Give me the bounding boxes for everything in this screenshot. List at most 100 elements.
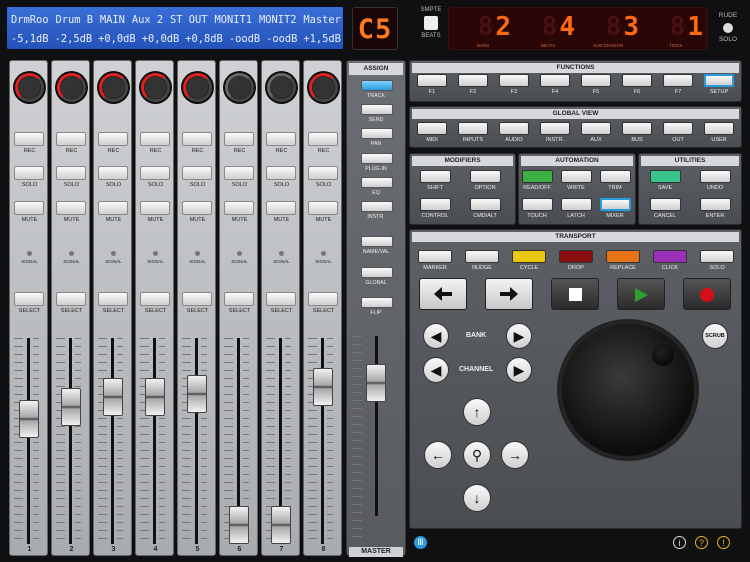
channel-fader[interactable] — [103, 378, 123, 417]
help-icon[interactable]: ? — [695, 536, 708, 549]
solo-button[interactable] — [224, 166, 254, 180]
pan-knob[interactable] — [181, 71, 214, 104]
global_view-button-out[interactable] — [663, 122, 693, 135]
select-button[interactable] — [308, 292, 338, 306]
automation-button-trim[interactable] — [600, 170, 631, 183]
mute-button[interactable] — [308, 201, 338, 215]
solo-button[interactable] — [56, 166, 86, 180]
pan-knob[interactable] — [265, 71, 298, 104]
plugin-button[interactable] — [361, 153, 393, 164]
utilities-button-save[interactable] — [650, 170, 681, 183]
rec-button[interactable] — [182, 132, 212, 146]
select-button[interactable] — [182, 292, 212, 306]
functions-button-f6[interactable] — [622, 74, 652, 87]
smpte-beats-button[interactable] — [424, 16, 438, 30]
automation-button-read-off[interactable] — [522, 170, 553, 183]
rec-button[interactable] — [14, 132, 44, 146]
global_view-button-audio[interactable] — [499, 122, 529, 135]
meter-icon[interactable]: Ⅲ — [414, 536, 427, 549]
flip-button[interactable] — [361, 297, 393, 308]
eq-button[interactable] — [361, 177, 393, 188]
rec-button[interactable] — [140, 132, 170, 146]
nav-down-button[interactable]: ↓ — [463, 484, 491, 512]
info-icon[interactable]: i — [673, 536, 686, 549]
pan-knob[interactable] — [223, 71, 256, 104]
select-button[interactable] — [266, 292, 296, 306]
forward-button[interactable] — [485, 278, 533, 310]
jog-wheel[interactable] — [560, 322, 696, 458]
rec-button[interactable] — [224, 132, 254, 146]
channel-fader[interactable] — [187, 374, 207, 413]
select-button[interactable] — [56, 292, 86, 306]
select-button[interactable] — [224, 292, 254, 306]
channel-fader[interactable] — [313, 368, 333, 407]
play-button[interactable] — [617, 278, 665, 310]
pan-knob[interactable] — [97, 71, 130, 104]
functions-button-f2[interactable] — [458, 74, 488, 87]
mute-button[interactable] — [266, 201, 296, 215]
utilities-button-cancel[interactable] — [650, 198, 681, 211]
bank-right-button[interactable]: ▶ — [506, 323, 532, 349]
nav-left-button[interactable]: ← — [424, 441, 452, 469]
transport-button-nudge[interactable] — [465, 250, 499, 263]
channel-fader[interactable] — [145, 378, 165, 417]
instr-button[interactable] — [361, 201, 393, 212]
transport-button-cycle[interactable] — [512, 250, 546, 263]
mute-button[interactable] — [224, 201, 254, 215]
channel-fader[interactable] — [271, 506, 291, 544]
rewind-button[interactable] — [419, 278, 467, 310]
rec-button[interactable] — [98, 132, 128, 146]
functions-button-f5[interactable] — [581, 74, 611, 87]
smpte-beats-toggle[interactable]: SMPTE BEATS — [418, 7, 444, 39]
global_view-button-inputs[interactable] — [458, 122, 488, 135]
modifiers-button-option[interactable] — [470, 170, 501, 183]
solo-button[interactable] — [14, 166, 44, 180]
channel-fader[interactable] — [229, 506, 249, 544]
functions-button-f1[interactable] — [417, 74, 447, 87]
rec-button[interactable] — [266, 132, 296, 146]
mute-button[interactable] — [140, 201, 170, 215]
solo-button[interactable] — [308, 166, 338, 180]
track-button[interactable] — [361, 80, 393, 91]
global-button[interactable] — [361, 267, 393, 278]
rec-button[interactable] — [56, 132, 86, 146]
scrub-button[interactable]: SCRUB — [702, 323, 728, 349]
functions-button-setup[interactable] — [704, 74, 734, 87]
solo-button[interactable] — [140, 166, 170, 180]
pan-knob[interactable] — [55, 71, 88, 104]
transport-button-drop[interactable] — [559, 250, 593, 263]
global_view-button-aux[interactable] — [581, 122, 611, 135]
transport-button-marker[interactable] — [418, 250, 452, 263]
global_view-button-bus[interactable] — [622, 122, 652, 135]
mute-button[interactable] — [14, 201, 44, 215]
functions-button-f7[interactable] — [663, 74, 693, 87]
transport-button-replace[interactable] — [606, 250, 640, 263]
automation-button-latch[interactable] — [561, 198, 592, 211]
global_view-button-user[interactable] — [704, 122, 734, 135]
master-fader[interactable] — [366, 364, 386, 403]
modifiers-button-control[interactable] — [420, 198, 451, 211]
utilities-button-undo[interactable] — [700, 170, 731, 183]
channel-fader[interactable] — [61, 388, 81, 427]
channel-left-button[interactable]: ◀ — [423, 357, 449, 383]
warning-icon[interactable]: ! — [717, 536, 730, 549]
mute-button[interactable] — [56, 201, 86, 215]
rec-button[interactable] — [308, 132, 338, 146]
transport-button-click[interactable] — [653, 250, 687, 263]
automation-button-touch[interactable] — [522, 198, 553, 211]
record-button[interactable] — [683, 278, 731, 310]
send-button[interactable] — [361, 104, 393, 115]
pan-knob[interactable] — [307, 71, 340, 104]
pan-knob[interactable] — [139, 71, 172, 104]
select-button[interactable] — [140, 292, 170, 306]
name-val-button[interactable] — [361, 236, 393, 247]
transport-button-solo[interactable] — [700, 250, 734, 263]
bank-left-button[interactable]: ◀ — [423, 323, 449, 349]
channel-fader[interactable] — [19, 400, 39, 439]
select-button[interactable] — [98, 292, 128, 306]
nav-up-button[interactable]: ↑ — [463, 398, 491, 426]
select-button[interactable] — [14, 292, 44, 306]
zoom-button[interactable]: ⚲ — [463, 441, 491, 469]
automation-button-write[interactable] — [561, 170, 592, 183]
solo-button[interactable] — [182, 166, 212, 180]
